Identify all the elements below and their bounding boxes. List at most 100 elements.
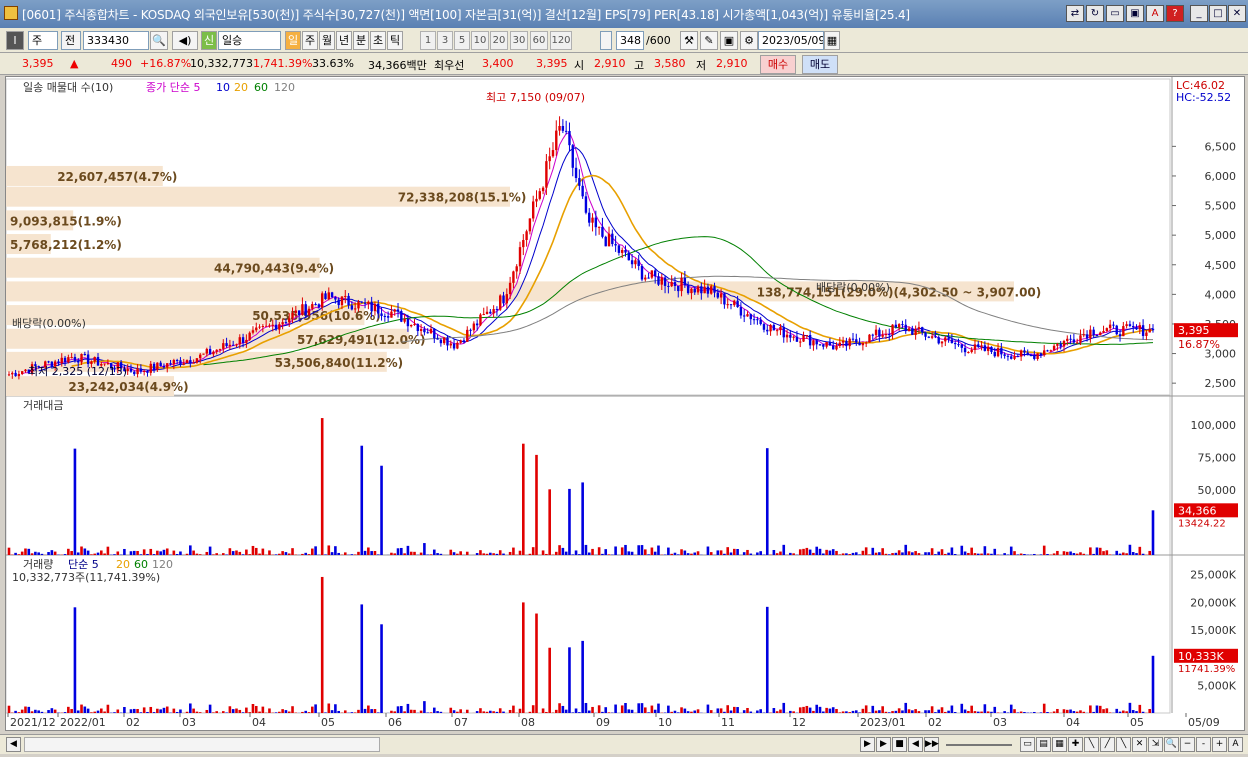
export-icon[interactable]: ⇲ — [1148, 737, 1163, 752]
code-input[interactable]: 333430 — [83, 31, 149, 50]
split-icon[interactable]: ▤ — [1036, 737, 1051, 752]
volume-bar — [950, 547, 954, 555]
sell-button[interactable]: 매도 — [802, 55, 838, 74]
candle-body — [20, 371, 24, 374]
indicator-icon[interactable]: I — [6, 31, 24, 50]
volume-bar — [304, 552, 308, 555]
buy-button[interactable]: 매수 — [760, 55, 796, 74]
ray-icon[interactable]: ╲ — [1116, 737, 1131, 752]
scrollbar[interactable]: ◀ ▶ ▶ ■ ◀ ▶▶ ▭ ▤ ▦ ✚ ╲ ╱ ╲ ✕ ⇲ 🔍 − ‑ + A — [0, 734, 1248, 754]
ma-legend-period: 20 — [234, 81, 248, 94]
play-icon[interactable]: ▶ — [876, 737, 891, 752]
spin-icon[interactable] — [600, 31, 612, 50]
layout-icon[interactable]: ▭ — [1020, 737, 1035, 752]
scroll-thumb[interactable] — [24, 737, 380, 752]
candle-body — [156, 362, 159, 370]
candle-body — [271, 324, 274, 326]
volume-bar — [624, 544, 627, 555]
volume-bar — [601, 711, 604, 713]
candle-body — [561, 125, 565, 131]
volume-bar — [337, 710, 340, 713]
tool-icon[interactable]: ⚒ — [680, 31, 698, 50]
text-icon[interactable]: A — [1228, 737, 1243, 752]
window-icon[interactable]: ▭ — [1106, 5, 1124, 22]
volume-bar — [254, 705, 258, 713]
num-period-1[interactable]: 1 — [420, 31, 436, 50]
chart-area[interactable]: 22,607,457(4.7%) 72,338,208(15.1%) 9,093,8… — [5, 76, 1245, 731]
market-select[interactable]: 주 — [28, 31, 58, 50]
period-3[interactable]: 년 — [336, 31, 352, 50]
candle-body — [1006, 355, 1010, 357]
period-2[interactable]: 월 — [319, 31, 335, 50]
font-icon[interactable]: A — [1146, 5, 1164, 22]
num-period-60[interactable]: 60 — [530, 31, 548, 50]
period-1[interactable]: 주 — [302, 31, 318, 50]
dash-icon[interactable]: ‑ — [1196, 737, 1211, 752]
volume-bar — [1122, 710, 1125, 713]
num-period-10[interactable]: 10 — [471, 31, 489, 50]
stock-chart[interactable]: 22,607,457(4.7%) 72,338,208(15.1%) 9,093,8… — [5, 77, 1244, 730]
speaker-icon[interactable]: ◀) — [172, 31, 198, 50]
num-period-20[interactable]: 20 — [490, 31, 508, 50]
line-icon[interactable]: ╲ — [1084, 737, 1099, 752]
volume-profile-label: 53,506,840(11.2%) — [275, 356, 404, 370]
plus-icon[interactable]: + — [1212, 737, 1227, 752]
minus-icon[interactable]: − — [1180, 737, 1195, 752]
volume-bar — [841, 711, 845, 713]
candle-body — [390, 311, 393, 318]
prev-icon[interactable]: ◀ — [908, 737, 923, 752]
num-period-3[interactable]: 3 — [437, 31, 453, 50]
volume-bar — [838, 554, 842, 555]
num-period-120[interactable]: 120 — [550, 31, 572, 50]
next-icon[interactable]: ▶▶ — [924, 737, 939, 752]
period-0[interactable]: 일 — [285, 31, 301, 50]
num-period-5[interactable]: 5 — [454, 31, 470, 50]
zoom-slider[interactable] — [946, 744, 1012, 746]
period-4[interactable]: 분 — [353, 31, 369, 50]
candle-body — [469, 329, 472, 331]
scroll-right-icon[interactable]: ▶ — [860, 737, 875, 752]
link-icon[interactable]: ⇄ — [1066, 5, 1084, 22]
candle-body — [805, 335, 809, 337]
draw-icon[interactable]: ✎ — [700, 31, 718, 50]
disk-icon[interactable]: ▣ — [720, 31, 738, 50]
calendar-icon[interactable]: ▦ — [824, 31, 840, 50]
volume-bar — [482, 553, 486, 555]
zoom-icon[interactable]: 🔍 — [1164, 737, 1179, 752]
candle-body — [1085, 334, 1089, 339]
stop-icon[interactable]: ■ — [892, 737, 907, 752]
date-input[interactable]: 2023/05/09 — [758, 31, 824, 50]
period-6[interactable]: 틱 — [387, 31, 403, 50]
candle-body — [921, 327, 924, 333]
candle-body — [1072, 339, 1076, 343]
trend-icon[interactable]: ╱ — [1100, 737, 1115, 752]
candle-body — [462, 340, 466, 342]
candle-body — [482, 314, 485, 316]
close-icon[interactable]: ✕ — [1228, 5, 1246, 22]
volume-bar — [578, 712, 581, 713]
maximize-icon[interactable]: □ — [1209, 5, 1227, 22]
candle-body — [1128, 324, 1132, 326]
grid-icon[interactable]: ▦ — [1052, 737, 1067, 752]
volume-bar — [1105, 708, 1109, 713]
volume-bar — [940, 707, 944, 713]
volume-bar — [24, 548, 27, 555]
settings-icon[interactable]: ⚙ — [740, 31, 758, 50]
title-bar: [0601] 주식종합차트 - KOSDAQ 외국인보유[530(천)] 주식수… — [0, 0, 1248, 28]
crosshair-icon[interactable]: ✚ — [1068, 737, 1083, 752]
volume-bar — [568, 488, 571, 555]
volume-bar — [1016, 712, 1020, 713]
scroll-left-icon[interactable]: ◀ — [6, 737, 21, 752]
cross-icon[interactable]: ✕ — [1132, 737, 1147, 752]
refresh-icon[interactable]: ↻ — [1086, 5, 1104, 22]
candle-body — [937, 337, 940, 344]
count-input[interactable]: 348 — [616, 31, 644, 50]
prefix-label[interactable]: 전 — [61, 31, 81, 50]
help-icon[interactable]: ? — [1166, 5, 1184, 22]
search-icon[interactable]: 🔍 — [150, 31, 168, 50]
num-period-30[interactable]: 30 — [510, 31, 528, 50]
period-5[interactable]: 초 — [370, 31, 386, 50]
minimize-icon[interactable]: _ — [1190, 5, 1208, 22]
save-icon[interactable]: ▣ — [1126, 5, 1144, 22]
volume-bar — [390, 552, 393, 555]
